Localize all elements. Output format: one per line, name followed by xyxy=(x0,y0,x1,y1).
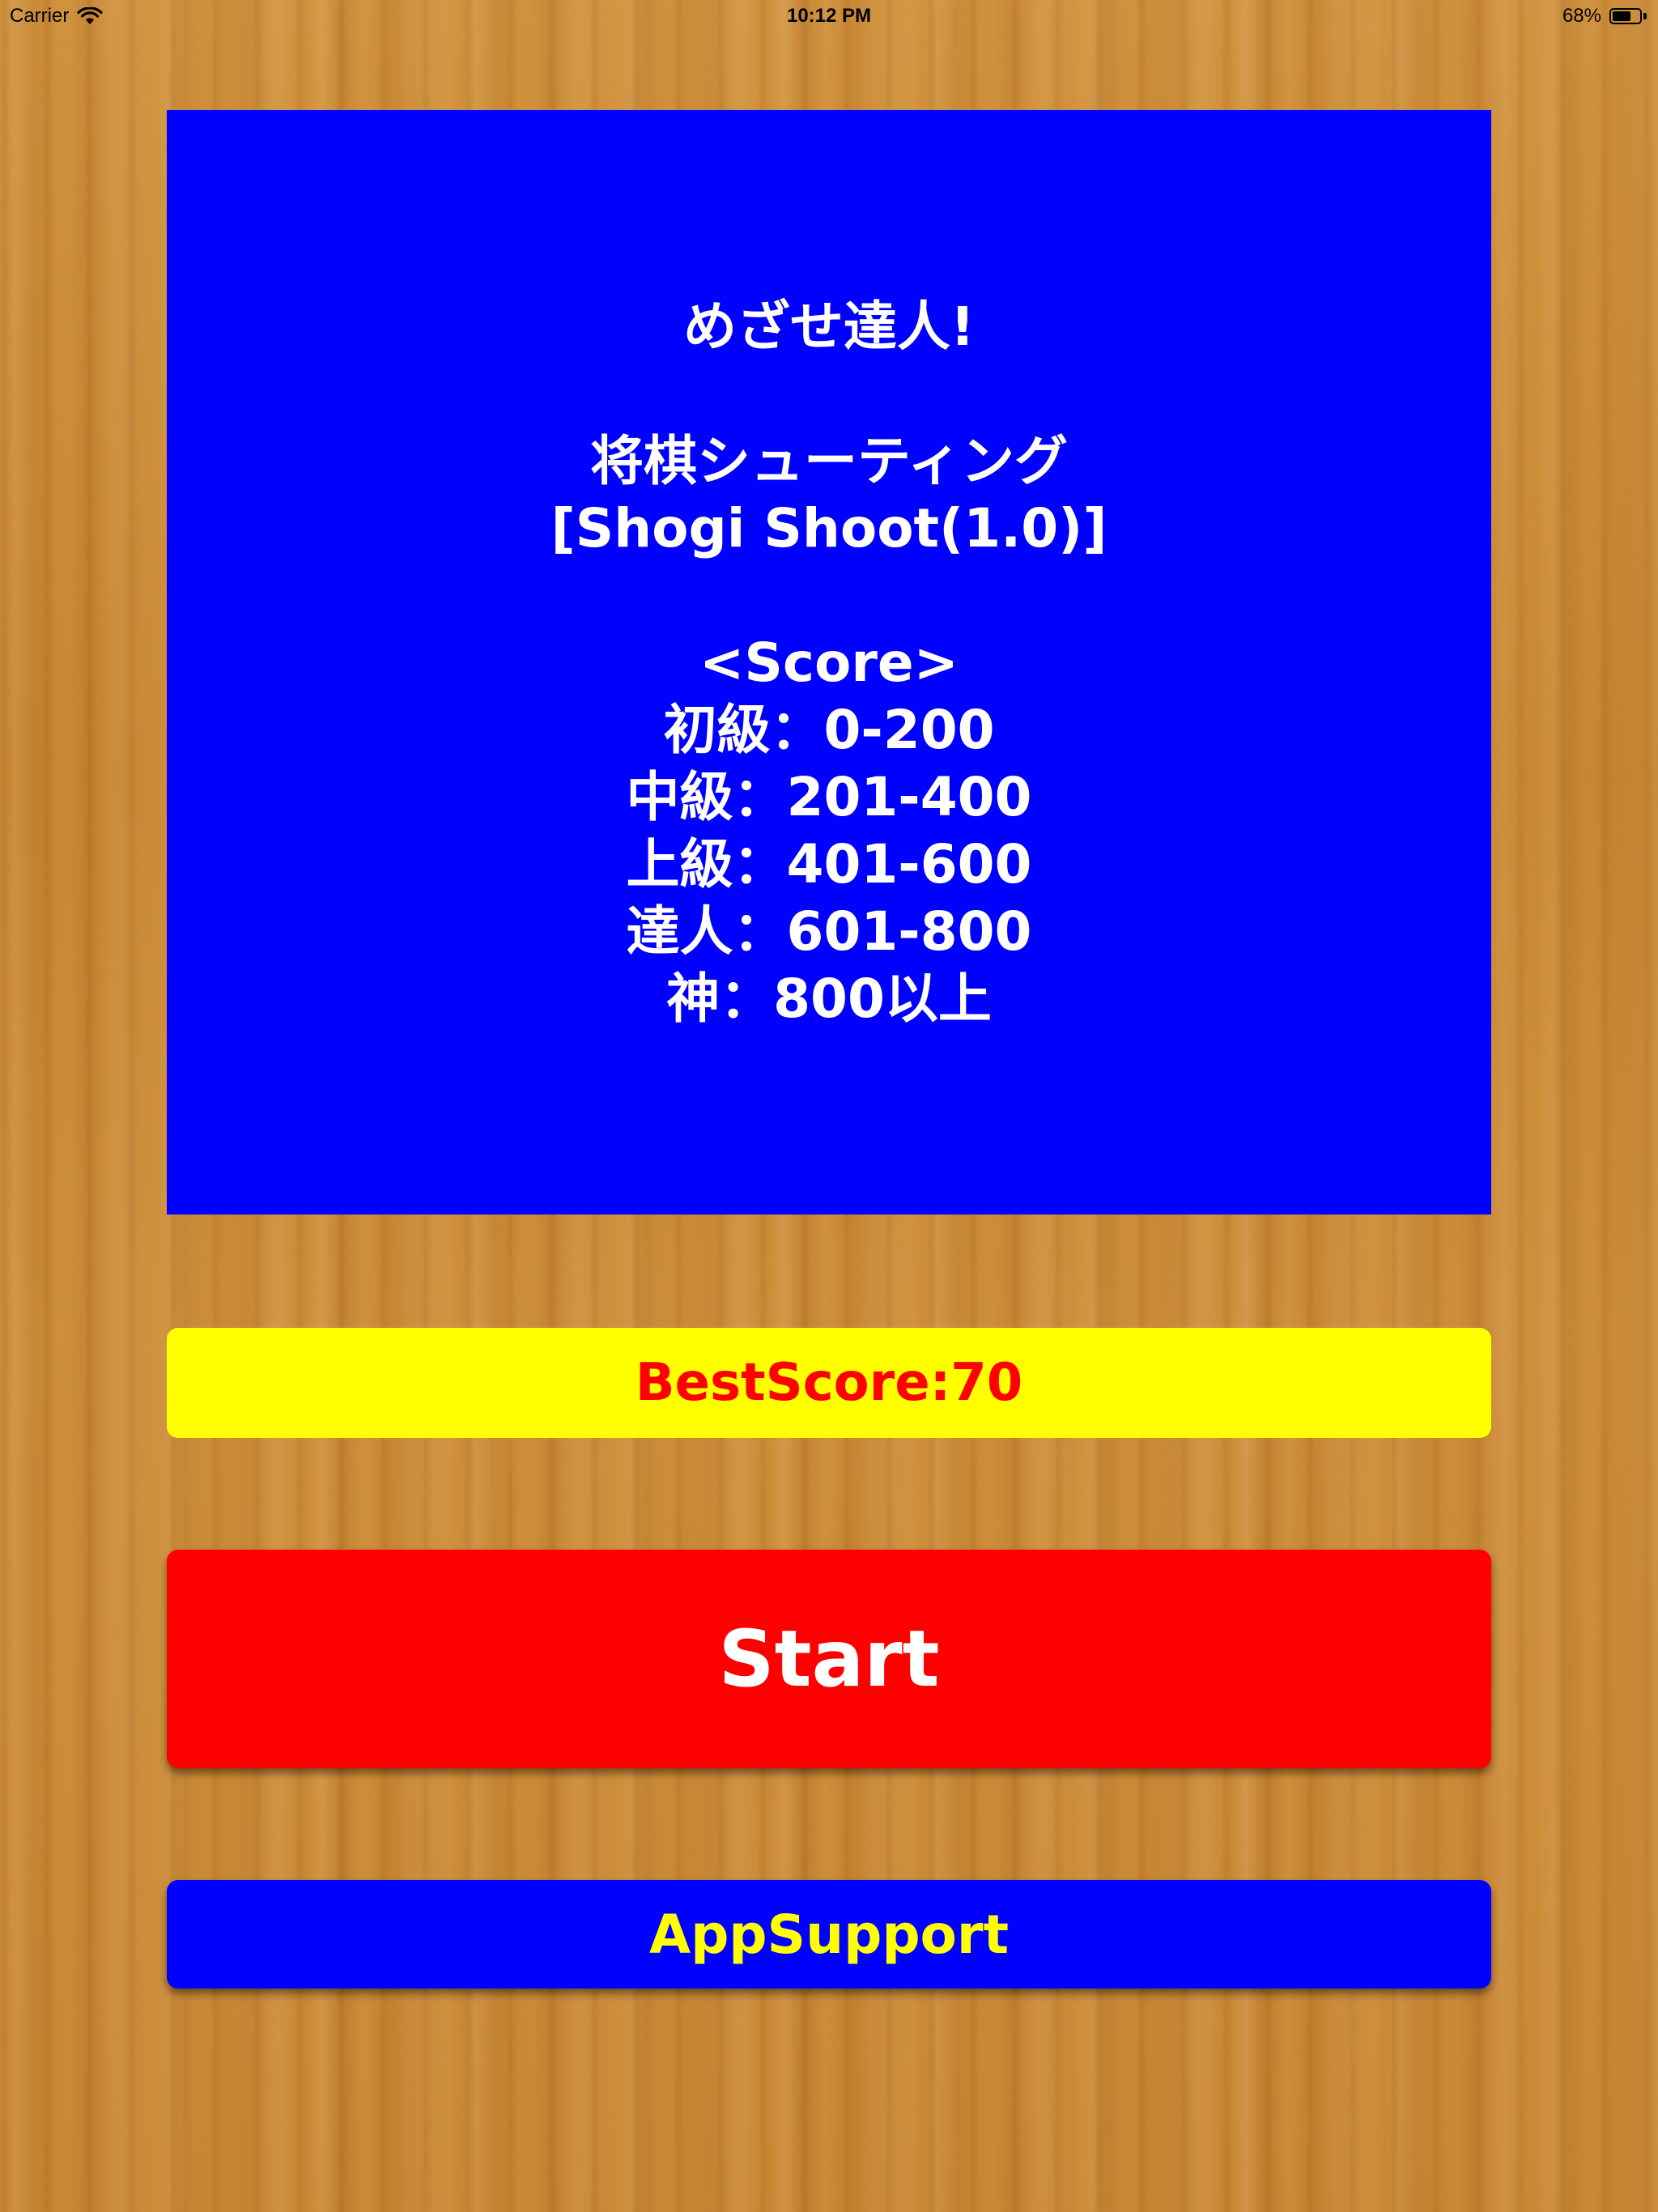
rank-advanced: 上級：401-600 xyxy=(626,832,1032,895)
battery-percent: 68% xyxy=(1562,5,1601,27)
battery-cap xyxy=(1643,13,1647,19)
game-title-jp: 将棋シューティング xyxy=(589,429,1069,492)
start-button[interactable]: Start xyxy=(167,1550,1491,1768)
rank-beginner: 初級：0-200 xyxy=(663,698,995,761)
rank-god: 神：800以上 xyxy=(666,967,992,1030)
rank-master: 達人：601-800 xyxy=(626,900,1032,963)
score-heading: <Score> xyxy=(699,631,959,694)
status-bar: Carrier 10:12 PM 68% xyxy=(0,0,1658,32)
game-title-en: [Shogi Shoot(1.0)] xyxy=(551,496,1107,559)
battery-body xyxy=(1609,8,1642,24)
info-panel: めざせ達人! 将棋シューティング [Shogi Shoot(1.0)] <Sco… xyxy=(167,110,1491,1214)
battery-fill xyxy=(1613,11,1630,21)
status-right: 68% xyxy=(1562,5,1647,28)
best-score-label: BestScore:70 xyxy=(167,1328,1491,1438)
status-time: 10:12 PM xyxy=(786,5,872,27)
battery-icon xyxy=(1609,8,1647,24)
rank-intermediate: 中級：201-400 xyxy=(626,765,1032,828)
app-support-button[interactable]: AppSupport xyxy=(167,1880,1491,1989)
tagline: めざせ達人! xyxy=(682,295,976,358)
